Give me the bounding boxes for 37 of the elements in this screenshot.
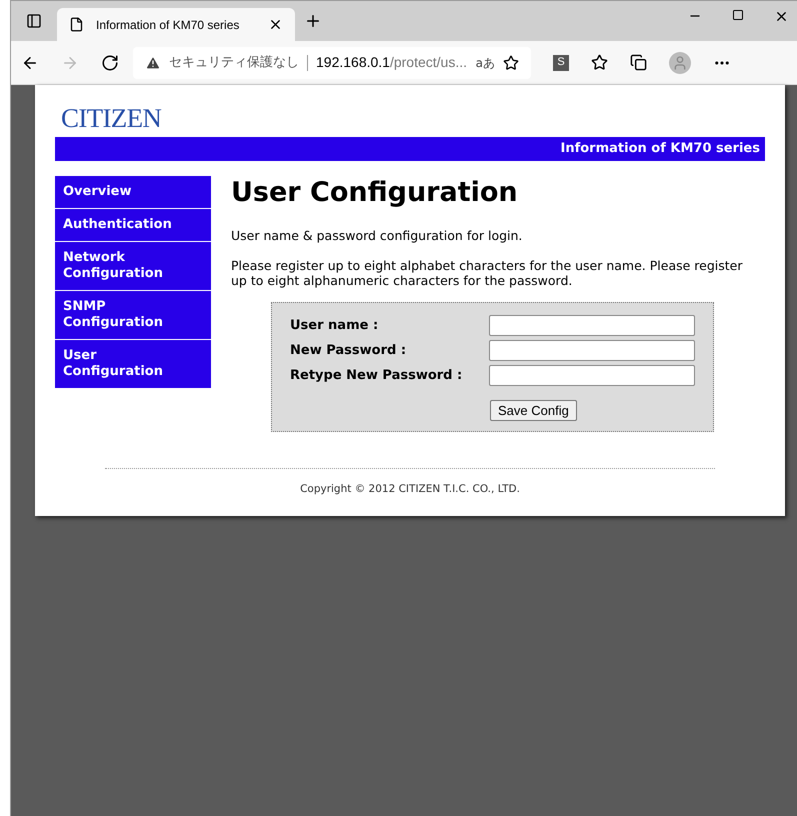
maximize-icon[interactable] [732, 9, 744, 21]
sidebar-item[interactable]: Authentication [55, 209, 211, 241]
sidebar-item[interactable]: Network Configuration [55, 242, 211, 290]
sidebar-item[interactable]: User Configuration [55, 340, 211, 388]
favorites-icon[interactable] [591, 54, 608, 71]
address-bar[interactable]: セキュリティ保護なし 192.168.0.1/protect/us... aあ [133, 46, 531, 78]
save-config-button[interactable]: Save Config [490, 400, 577, 421]
browser-tab[interactable]: Information of KM70 series [57, 8, 295, 41]
sidebar-item[interactable]: Overview [55, 176, 211, 208]
copyright-text: Copyright © 2012 CITIZEN T.I.C. CO., LTD. [299, 482, 521, 497]
field-label: Retype New Password : [290, 366, 464, 384]
extension-icon[interactable]: S [553, 54, 569, 70]
header-banner: Information of KM70 series [55, 137, 765, 161]
sidebar-item[interactable]: SNMP Configuration [55, 291, 211, 339]
read-aloud-icon[interactable]: aあ [476, 54, 495, 72]
add-favorite-icon[interactable] [503, 54, 519, 70]
tab-actions-icon[interactable] [26, 13, 42, 29]
page-icon [69, 17, 84, 32]
close-window-icon[interactable] [774, 9, 789, 24]
close-tab-icon[interactable] [268, 17, 283, 32]
input-field[interactable] [489, 364, 695, 386]
input-field[interactable] [489, 314, 695, 336]
instructions-text: Please register up to eight alphabet characters for the user name. Please register up to eight alphanumeric characters for the password. [231, 258, 744, 288]
field-label: User name : [290, 316, 380, 334]
new-tab-icon[interactable] [304, 12, 322, 30]
profile-avatar[interactable] [669, 52, 691, 74]
security-label: セキュリティ保護なし [169, 54, 299, 72]
intro-text: User name & password configuration for login. [231, 227, 524, 245]
field-label: New Password : [290, 342, 408, 360]
url-text: 192.168.0.1/protect/us... [316, 53, 468, 72]
tab-title: Information of KM70 series [96, 16, 240, 34]
warning-icon [145, 54, 161, 70]
input-field[interactable] [489, 340, 695, 361]
collections-icon[interactable] [630, 54, 647, 71]
page-title: User Configuration [231, 177, 519, 209]
citizen-logo: CITIZEN [61, 103, 162, 133]
reload-icon[interactable] [101, 54, 119, 72]
